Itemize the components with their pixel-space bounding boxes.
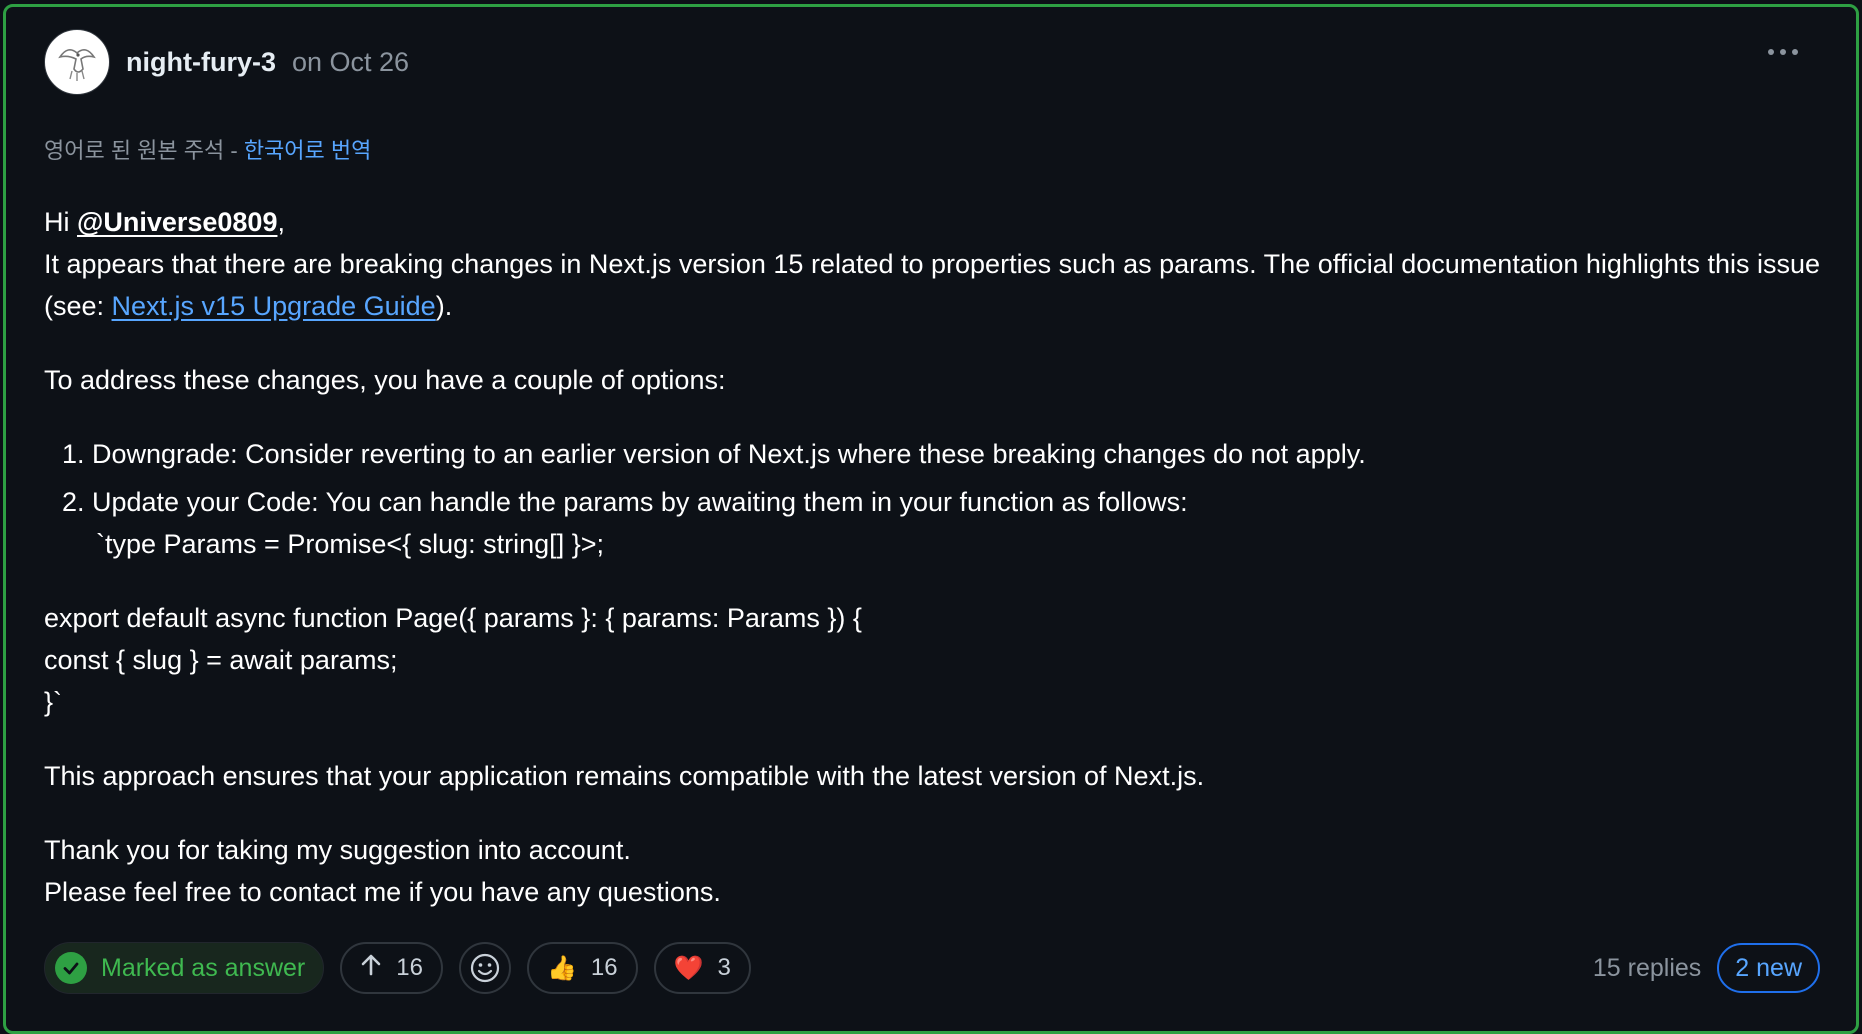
options-list: Downgrade: Consider reverting to an earl… <box>56 433 1824 565</box>
contact-text: Please feel free to contact me if you ha… <box>44 877 721 907</box>
intro-end: ). <box>435 291 453 321</box>
thanks-text: Thank you for taking my suggestion into … <box>44 835 631 865</box>
list-item: Downgrade: Consider reverting to an earl… <box>92 433 1824 475</box>
greeting-paragraph: Hi @Universe0809, It appears that there … <box>44 201 1824 327</box>
translation-notice: 영어로 된 원본 주석 - 한국어로 번역 <box>44 133 371 165</box>
marked-as-answer-badge: Marked as answer <box>44 942 325 994</box>
heart-icon: ❤️ <box>673 954 704 982</box>
eagle-avatar-icon <box>51 36 103 88</box>
more-options-icon[interactable] <box>1758 37 1808 67</box>
translate-link[interactable]: 한국어로 번역 <box>244 138 372 163</box>
list-item: Update your Code: You can handle the par… <box>92 481 1824 565</box>
options-intro: To address these changes, you have a cou… <box>44 365 726 395</box>
option-text: Downgrade: Consider reverting to an earl… <box>92 439 1366 469</box>
avatar[interactable] <box>44 29 110 95</box>
reaction-thumbs-up[interactable]: 👍 16 <box>526 942 638 994</box>
option-text: Update your Code: You can handle the par… <box>92 487 1188 517</box>
user-mention-link[interactable]: @Universe0809 <box>77 207 277 237</box>
thumbs-up-icon: 👍 <box>546 954 577 982</box>
dot <box>1792 49 1798 55</box>
replies-count[interactable]: 15 replies <box>1593 954 1701 983</box>
dot <box>1768 49 1774 55</box>
original-language-note: 영어로 된 원본 주석 - <box>44 138 244 163</box>
upvote-button[interactable]: 16 <box>340 942 443 994</box>
code-line: `type Params = Promise<{ slug: string[] … <box>96 529 604 559</box>
upvote-count: 16 <box>396 954 423 981</box>
dot <box>1780 49 1786 55</box>
new-replies-badge[interactable]: 2 new <box>1717 943 1820 993</box>
reaction-heart[interactable]: ❤️ 3 <box>653 942 751 994</box>
author-name[interactable]: night-fury-3 <box>126 47 276 78</box>
greeting-suffix: , <box>277 207 285 237</box>
comment-date[interactable]: on Oct 26 <box>292 47 409 78</box>
comment-body: Hi @Universe0809, It appears that there … <box>44 201 1824 945</box>
comment-header: night-fury-3 on Oct 26 <box>44 29 409 95</box>
code-line: const { slug } = await params; <box>44 645 398 675</box>
comment-footer: Marked as answer 16 👍 16 ❤️ 3 15 replies… <box>44 941 1820 995</box>
greeting-prefix: Hi <box>44 207 77 237</box>
smiley-icon <box>470 953 500 983</box>
code-line: }` <box>44 687 63 717</box>
conclusion-paragraph: This approach ensures that your applicat… <box>44 761 1205 791</box>
upgrade-guide-link[interactable]: Next.js v15 Upgrade Guide <box>112 291 436 321</box>
reaction-count: 3 <box>717 954 731 981</box>
check-circle-icon <box>55 952 87 984</box>
answer-label: Marked as answer <box>101 953 306 982</box>
code-block: export default async function Page({ par… <box>44 597 1824 723</box>
code-line: export default async function Page({ par… <box>44 603 862 633</box>
closing-paragraph: Thank you for taking my suggestion into … <box>44 829 1824 913</box>
discussion-comment-card: night-fury-3 on Oct 26 영어로 된 원본 주석 - 한국어… <box>3 4 1859 1034</box>
arrow-up-icon <box>360 953 382 984</box>
reaction-count: 16 <box>590 954 618 981</box>
add-reaction-button[interactable] <box>458 942 511 994</box>
